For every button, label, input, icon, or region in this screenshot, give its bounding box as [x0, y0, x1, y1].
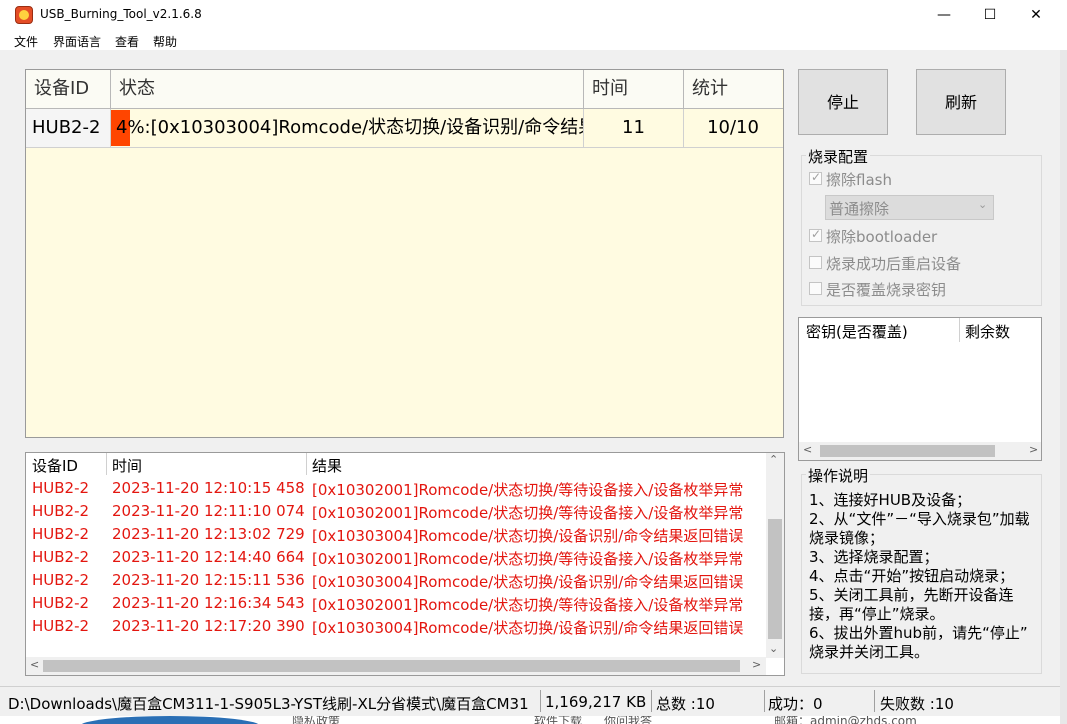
status-success: 成功：0 — [768, 695, 823, 713]
log-row-2-result: [0x10302001]Romcode/状态切换/等待设备接入/设备枚举异常 — [312, 504, 744, 522]
log-row-7-result: [0x10303004]Romcode/状态切换/设备识别/命令结果返回错误 — [312, 619, 744, 637]
log-row-7-device: HUB2-2 — [32, 617, 90, 635]
reboot-after-success-label: 烧录成功后重启设备 — [826, 255, 962, 273]
log-row-5-time: 2023-11-20 12:15:11 536 — [112, 571, 305, 589]
maximize-button[interactable]: ☐ — [967, 0, 1013, 30]
instruction-line-1: 1、连接好HUB及设备； — [809, 491, 972, 509]
log-row-5-result: [0x10303004]Romcode/状态切换/设备识别/命令结果返回错误 — [312, 573, 744, 591]
bg-email: 邮箱：admin@zhds.com — [774, 716, 917, 724]
log-col-header-device-id[interactable]: 设备ID — [32, 455, 78, 476]
overwrite-key-checkbox[interactable] — [809, 282, 822, 295]
window-title: USB_Burning_Tool_v2.1.6.8 — [40, 7, 202, 21]
log-row-7-time: 2023-11-20 12:17:20 390 — [112, 617, 305, 635]
scroll-right-icon[interactable]: > — [1029, 443, 1038, 456]
scroll-down-icon[interactable]: ⌄ — [769, 642, 778, 655]
status-divider — [651, 690, 652, 712]
instruction-line-4: 3、选择烧录配置； — [809, 548, 939, 566]
col-header-status[interactable]: 状态 — [111, 70, 583, 108]
column-divider — [106, 453, 107, 475]
background-page: 隐私政策 软件下载 你问我答 邮箱：admin@zhds.com — [0, 716, 1060, 724]
instruction-line-8: 6、拔出外置hub前，请先“停止” — [809, 624, 1028, 642]
device-row-status: 4%:[0x10303004]Romcode/状态切换/设备识别/命令结果 — [116, 117, 583, 138]
instructions-title: 操作说明 — [806, 465, 871, 486]
log-hscroll-thumb[interactable] — [43, 660, 740, 672]
menu-language[interactable]: 界面语言 — [53, 33, 101, 50]
log-vscroll-thumb[interactable] — [768, 519, 782, 639]
burn-config-title: 烧录配置 — [806, 146, 871, 167]
device-row-id[interactable]: HUB2-2 — [26, 109, 110, 147]
log-row-1-device: HUB2-2 — [32, 479, 90, 497]
log-row-2-device: HUB2-2 — [32, 502, 90, 520]
status-divider — [874, 690, 875, 712]
log-row-6-device: HUB2-2 — [32, 594, 90, 612]
log-row-2-time: 2023-11-20 12:11:10 074 — [112, 502, 305, 520]
log-row-4-device: HUB2-2 — [32, 548, 90, 566]
row-divider — [26, 147, 783, 148]
menu-help[interactable]: 帮助 — [153, 33, 177, 50]
app-icon — [15, 6, 33, 24]
instruction-line-6: 5、关闭工具前，先断开设备连 — [809, 586, 1014, 604]
col-header-device-id[interactable]: 设备ID — [26, 70, 110, 108]
scroll-up-icon[interactable]: ⌃ — [769, 453, 778, 466]
log-row-1-time: 2023-11-20 12:10:15 458 — [112, 479, 305, 497]
overwrite-key-label: 是否覆盖烧录密钥 — [826, 281, 947, 299]
minimize-button[interactable]: — — [921, 0, 967, 30]
log-row-3-time: 2023-11-20 12:13:02 729 — [112, 525, 305, 543]
erase-flash-checkbox[interactable] — [809, 170, 822, 185]
status-divider — [540, 690, 541, 712]
log-col-header-result[interactable]: 结果 — [312, 455, 342, 476]
scroll-left-icon[interactable]: < — [30, 658, 39, 671]
log-col-header-time[interactable]: 时间 — [112, 455, 142, 476]
stop-button[interactable]: 停止 — [798, 69, 888, 135]
scroll-left-icon[interactable]: < — [803, 443, 812, 456]
column-divider — [306, 453, 307, 475]
erase-bootloader-label: 擦除bootloader — [826, 228, 938, 246]
bg-link-faq[interactable]: 你问我答 — [604, 716, 652, 724]
window-border — [1060, 50, 1067, 724]
status-total: 总数 :10 — [656, 695, 715, 713]
instruction-line-2: 2、从“文件”－“导入烧录包”加载 — [809, 510, 1030, 528]
bg-link-download[interactable]: 软件下载 — [534, 716, 582, 724]
log-row-3-result: [0x10303004]Romcode/状态切换/设备识别/命令结果返回错误 — [312, 527, 744, 545]
scroll-right-icon[interactable]: > — [752, 658, 761, 671]
instruction-line-5: 4、点击“开始”按钮启动烧录； — [809, 567, 1015, 585]
refresh-button[interactable]: 刷新 — [916, 69, 1006, 135]
status-path: D:\Downloads\魔百盒CM311-1-S905L3-YST线刷-XL分… — [8, 695, 529, 713]
instruction-line-7: 接，再“停止”烧录。 — [809, 605, 945, 623]
log-row-1-result: [0x10302001]Romcode/状态切换/等待设备接入/设备枚举异常 — [312, 481, 744, 499]
chevron-down-icon: ⌄ — [978, 198, 988, 211]
bg-link-privacy[interactable]: 隐私政策 — [292, 716, 340, 724]
status-size: 1,169,217 KB — [545, 693, 647, 711]
menu-view[interactable]: 查看 — [115, 33, 139, 50]
status-failed: 失败数 :10 — [880, 695, 954, 713]
log-row-4-result: [0x10302001]Romcode/状态切换/等待设备接入/设备枚举异常 — [312, 550, 744, 568]
log-row-5-device: HUB2-2 — [32, 571, 90, 589]
log-row-3-device: HUB2-2 — [32, 525, 90, 543]
erase-mode-value: 普通擦除 — [829, 200, 890, 218]
log-row-4-time: 2023-11-20 12:14:40 664 — [112, 548, 305, 566]
erase-bootloader-checkbox[interactable] — [809, 227, 822, 242]
erase-flash-label: 擦除flash — [826, 171, 892, 189]
key-table-hscroll-thumb[interactable] — [820, 445, 995, 457]
instruction-line-9: 烧录并关闭工具。 — [809, 643, 930, 661]
status-divider — [764, 690, 765, 712]
column-divider — [959, 318, 960, 342]
log-row-6-time: 2023-11-20 12:16:34 543 — [112, 594, 305, 612]
col-header-stats[interactable]: 统计 — [684, 70, 782, 108]
device-row-time: 11 — [622, 117, 645, 138]
col-header-remaining[interactable]: 剩余数 — [965, 321, 1010, 342]
reboot-after-success-checkbox[interactable] — [809, 256, 822, 269]
log-row-6-result: [0x10302001]Romcode/状态切换/等待设备接入/设备枚举异常 — [312, 596, 744, 614]
device-row-count: 10/10 — [707, 117, 759, 138]
col-header-key[interactable]: 密钥(是否覆盖) — [806, 321, 908, 342]
instruction-line-3: 烧录镜像； — [809, 529, 885, 547]
close-button[interactable]: ✕ — [1013, 0, 1059, 30]
col-header-time[interactable]: 时间 — [584, 70, 683, 108]
menu-file[interactable]: 文件 — [14, 33, 38, 50]
background-logo — [80, 716, 260, 724]
